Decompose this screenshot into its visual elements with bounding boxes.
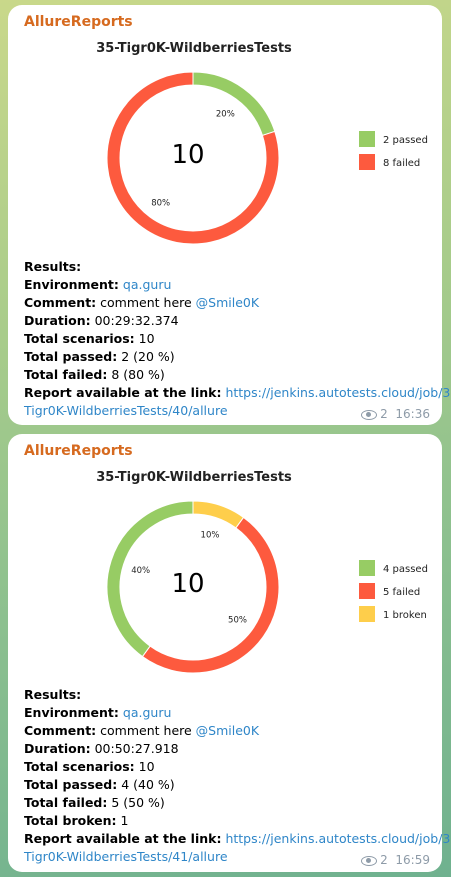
duration-line: Duration: 00:29:32.374 — [24, 313, 179, 328]
slice-percent-label: 40% — [131, 566, 150, 576]
eye-icon — [361, 409, 378, 420]
legend-swatch — [359, 131, 375, 147]
report-link[interactable]: https://jenkins.autotests.cloud/job/35- — [225, 385, 451, 400]
report-link-cont[interactable]: Tigr0K-WildberriesTests/41/allure — [24, 849, 228, 864]
total-broken-line: Total broken: 1 — [24, 813, 129, 828]
donut-slice — [192, 500, 245, 529]
environment-link[interactable]: qa.guru — [123, 277, 172, 292]
message-time: 16:36 — [395, 407, 430, 421]
chart-total: 10 — [171, 569, 204, 599]
report-line: Report available at the link: https://je… — [24, 384, 451, 402]
legend-label: 4 passed — [383, 564, 428, 575]
environment-line: Environment: qa.guru — [24, 705, 172, 720]
results-heading: Results: — [24, 687, 82, 702]
donut-slice — [192, 71, 276, 137]
report-link[interactable]: https://jenkins.autotests.cloud/job/35- — [225, 831, 451, 846]
total-failed-line: Total failed: 8 (80 %) — [24, 367, 165, 382]
donut-chart[interactable]: 35-Tigr0K-WildberriesTests 20% 80% 10 2 p… — [8, 5, 442, 255]
slice-percent-label: 50% — [228, 615, 247, 625]
total-failed-line: Total failed: 5 (50 %) — [24, 795, 165, 810]
results-heading: Results: — [24, 259, 82, 274]
chart-total: 10 — [171, 140, 204, 170]
legend-label: 5 failed — [383, 587, 420, 598]
slice-percent-label: 10% — [201, 531, 220, 541]
legend-label: 8 failed — [383, 158, 420, 169]
report-link-cont[interactable]: Tigr0K-WildberriesTests/40/allure — [24, 403, 228, 418]
legend-swatch — [359, 583, 375, 599]
environment-line: Environment: qa.guru — [24, 277, 172, 292]
view-count: 2 — [380, 853, 388, 867]
message-bubble: AllureReports 35-Tigr0K-WildberriesTests… — [8, 5, 451, 425]
total-passed-line: Total passed: 4 (40 %) — [24, 777, 175, 792]
report-text: Results: Environment: qa.guru Comment: c… — [24, 686, 451, 866]
report-text: Results: Environment: qa.guru Comment: c… — [24, 258, 451, 420]
duration-line: Duration: 00:50:27.918 — [24, 741, 179, 756]
message-meta: 2 16:36 — [361, 407, 430, 421]
donut-chart[interactable]: 35-Tigr0K-WildberriesTests 10%50%40% 10 … — [8, 434, 442, 684]
comment-line: Comment: comment here @Smile0K — [24, 295, 260, 310]
total-scenarios-line: Total scenarios: 10 — [24, 759, 155, 774]
message-time: 16:59 — [395, 853, 430, 867]
eye-icon — [361, 855, 378, 866]
mention-link[interactable]: @Smile0K — [196, 295, 259, 310]
report-line: Report available at the link: https://je… — [24, 830, 451, 848]
comment-line: Comment: comment here @Smile0K — [24, 723, 260, 738]
message-meta: 2 16:59 — [361, 853, 430, 867]
slice-percent-label: 20% — [216, 110, 235, 120]
legend-label: 1 broken — [383, 610, 427, 621]
donut-slice — [141, 516, 280, 674]
chart-title: 35-Tigr0K-WildberriesTests — [96, 41, 292, 56]
mention-link[interactable]: @Smile0K — [196, 723, 259, 738]
message-bubble: AllureReports 35-Tigr0K-WildberriesTests… — [8, 434, 451, 872]
chart-title: 35-Tigr0K-WildberriesTests — [96, 470, 292, 485]
total-scenarios-line: Total scenarios: 10 — [24, 331, 155, 346]
legend-swatch — [359, 154, 375, 170]
slice-percent-label: 80% — [151, 198, 170, 208]
total-passed-line: Total passed: 2 (20 %) — [24, 349, 175, 364]
legend-swatch — [359, 560, 375, 576]
legend-swatch — [359, 606, 375, 622]
view-count: 2 — [380, 407, 388, 421]
legend-label: 2 passed — [383, 135, 428, 146]
environment-link[interactable]: qa.guru — [123, 705, 172, 720]
